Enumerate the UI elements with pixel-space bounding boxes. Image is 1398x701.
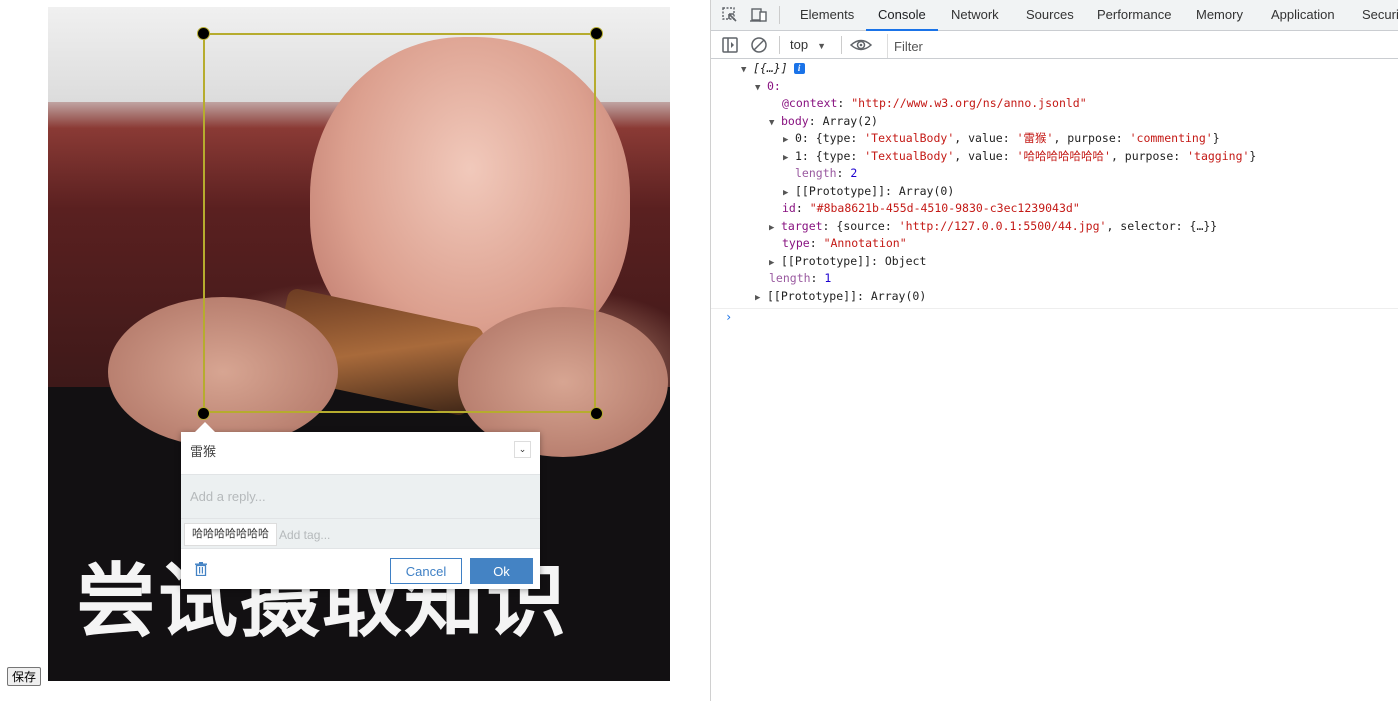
- inspect-element-icon[interactable]: [721, 6, 739, 24]
- tab-memory[interactable]: Memory: [1196, 0, 1243, 30]
- tag-chip[interactable]: 哈哈哈哈哈哈哈: [184, 523, 277, 546]
- console-body-item-0[interactable]: ▶ 0: {type: 'TextualBody', value: '雷猴', p…: [711, 130, 1398, 148]
- selection-handle-bottom-left[interactable]: [197, 407, 210, 420]
- root-label: [{…}]: [753, 61, 788, 75]
- property-value: "Annotation": [823, 236, 907, 250]
- object-end: }: [1249, 148, 1257, 163]
- selection-handle-top-right[interactable]: [590, 27, 603, 40]
- object-end: , selector: {…}}: [1106, 218, 1218, 233]
- object-prefix: : {source:: [822, 218, 899, 233]
- annotation-editor: 雷猴 ⌄ 哈哈哈哈哈哈哈 Cancel Ok: [181, 422, 540, 591]
- object-sep: , value:: [954, 131, 1017, 145]
- prototype-label: [[Prototype]]: Object: [781, 253, 927, 268]
- value-value: '雷猴': [1016, 131, 1054, 145]
- console-context-line: @context: "http://www.w3.org/ns/anno.jso…: [782, 96, 1087, 110]
- collapsed-triangle-icon[interactable]: ▶: [755, 290, 767, 308]
- console-target-line[interactable]: ▶ target: {source: 'http://127.0.0.1:5500…: [711, 218, 1398, 236]
- tag-row: 哈哈哈哈哈哈哈: [181, 519, 540, 549]
- editor-footer: Cancel Ok: [181, 549, 540, 591]
- toolbar-separator: [779, 36, 780, 54]
- console-type-line: type: "Annotation": [782, 236, 907, 250]
- web-page: 尝试摄取知识 雷猴 ⌄ 哈哈哈哈哈哈哈 Cancel: [0, 0, 710, 701]
- property-key: target: [781, 218, 823, 233]
- property-key: body: [781, 113, 809, 128]
- save-button[interactable]: 保存: [7, 667, 42, 686]
- console-prompt-line[interactable]: ›: [711, 309, 1398, 327]
- cancel-button[interactable]: Cancel: [390, 558, 462, 584]
- property-value: "http://www.w3.org/ns/anno.jsonld": [851, 96, 1087, 110]
- tab-network[interactable]: Network: [951, 0, 999, 30]
- chevron-down-icon: ⌄: [518, 444, 527, 454]
- property-key: @context: [782, 96, 838, 110]
- value-value: '哈哈哈哈哈哈哈': [1016, 148, 1111, 163]
- devtools-panel: Elements Console Network Sources Perform…: [710, 0, 1398, 701]
- console-root-entry[interactable]: ▼ [{…}] i: [711, 60, 1398, 78]
- object-sep: , purpose:: [1110, 148, 1188, 163]
- console-root-length: length: 1: [769, 271, 832, 285]
- console-item-0[interactable]: ▼ 0:: [711, 78, 1398, 96]
- tab-application[interactable]: Application: [1271, 0, 1335, 30]
- console-object-prototype[interactable]: ▶ [[Prototype]]: Object: [711, 253, 1398, 271]
- reply-row: [181, 475, 540, 519]
- comment-text: 雷猴: [190, 444, 217, 459]
- object-end: }: [1212, 131, 1220, 145]
- console-body-item-1[interactable]: ▶ 1: {type: 'TextualBody', value: '哈哈哈哈哈哈…: [711, 148, 1398, 166]
- trash-icon[interactable]: [195, 562, 207, 576]
- toolbar-separator: [841, 36, 842, 54]
- property-value: "#8ba8621b-455d-4510-9830-c3ec1239043d": [809, 201, 1080, 215]
- object-prefix: 1: {type:: [795, 148, 865, 163]
- property-key: length: [769, 271, 811, 285]
- tab-console[interactable]: Console: [866, 0, 938, 31]
- property-key: type: [782, 236, 810, 250]
- add-tag-input[interactable]: [277, 522, 481, 548]
- annotation-selection-box[interactable]: [203, 33, 596, 413]
- context-selector[interactable]: top ▼: [790, 37, 826, 52]
- type-value: 'TextualBody': [864, 131, 955, 145]
- sidebar-toggle-icon[interactable]: [721, 36, 739, 54]
- info-icon: i: [793, 63, 805, 74]
- console-root-prototype[interactable]: ▶ [[Prototype]]: Array(0): [711, 288, 1398, 306]
- source-value: 'http://127.0.0.1:5500/44.jpg': [898, 218, 1107, 233]
- device-toolbar-icon[interactable]: [750, 6, 768, 24]
- tab-security[interactable]: Securi: [1362, 0, 1398, 30]
- clear-console-icon[interactable]: [750, 36, 768, 54]
- console-filter-input[interactable]: [887, 34, 1398, 58]
- console-id-line: id: "#8ba8621b-455d-4510-9830-c3ec123904…: [782, 201, 1080, 215]
- object-sep: , value:: [954, 148, 1017, 163]
- dropdown-arrow-icon: ▼: [817, 41, 826, 51]
- selection-handle-bottom-right[interactable]: [590, 407, 603, 420]
- prototype-label: [[Prototype]]: Array(0): [767, 288, 927, 303]
- item-index-label: 0:: [767, 78, 781, 93]
- property-key: id: [782, 201, 796, 215]
- console-body-length: length: 2: [795, 166, 858, 180]
- prompt-chevron-icon: ›: [725, 310, 733, 324]
- console-body-prototype[interactable]: ▶ [[Prototype]]: Array(0): [711, 183, 1398, 201]
- tab-sources[interactable]: Sources: [1026, 0, 1074, 30]
- devtools-tabbar: Elements Console Network Sources Perform…: [711, 0, 1398, 31]
- console-body-line[interactable]: ▼ body: Array(2): [711, 113, 1398, 131]
- console-toolbar: top ▼: [711, 31, 1398, 59]
- context-label: top: [790, 37, 809, 52]
- toolbar-separator: [779, 6, 780, 24]
- type-value: 'TextualBody': [864, 148, 955, 163]
- tab-elements[interactable]: Elements: [800, 0, 854, 30]
- property-value: Array(2): [822, 113, 878, 128]
- console-output: ▼ [{…}] i ▼ 0: @context: "http://www.w3.org…: [711, 60, 1398, 327]
- selection-handle-top-left[interactable]: [197, 27, 210, 40]
- live-expression-eye-icon[interactable]: [850, 36, 872, 54]
- property-value: 2: [850, 166, 858, 180]
- ok-button[interactable]: Ok: [470, 558, 533, 584]
- object-prefix: 0: {type:: [795, 131, 865, 145]
- purpose-value: 'commenting': [1129, 131, 1213, 145]
- object-sep: , purpose:: [1053, 131, 1130, 145]
- property-key: length: [795, 166, 837, 180]
- reply-input[interactable]: [181, 475, 540, 518]
- comment-row: 雷猴 ⌄: [181, 432, 540, 475]
- comment-dropdown-button[interactable]: ⌄: [514, 441, 531, 458]
- property-value: 1: [824, 271, 832, 285]
- prototype-label: [[Prototype]]: Array(0): [795, 183, 955, 198]
- purpose-value: 'tagging': [1187, 148, 1250, 163]
- tab-performance[interactable]: Performance: [1097, 0, 1171, 30]
